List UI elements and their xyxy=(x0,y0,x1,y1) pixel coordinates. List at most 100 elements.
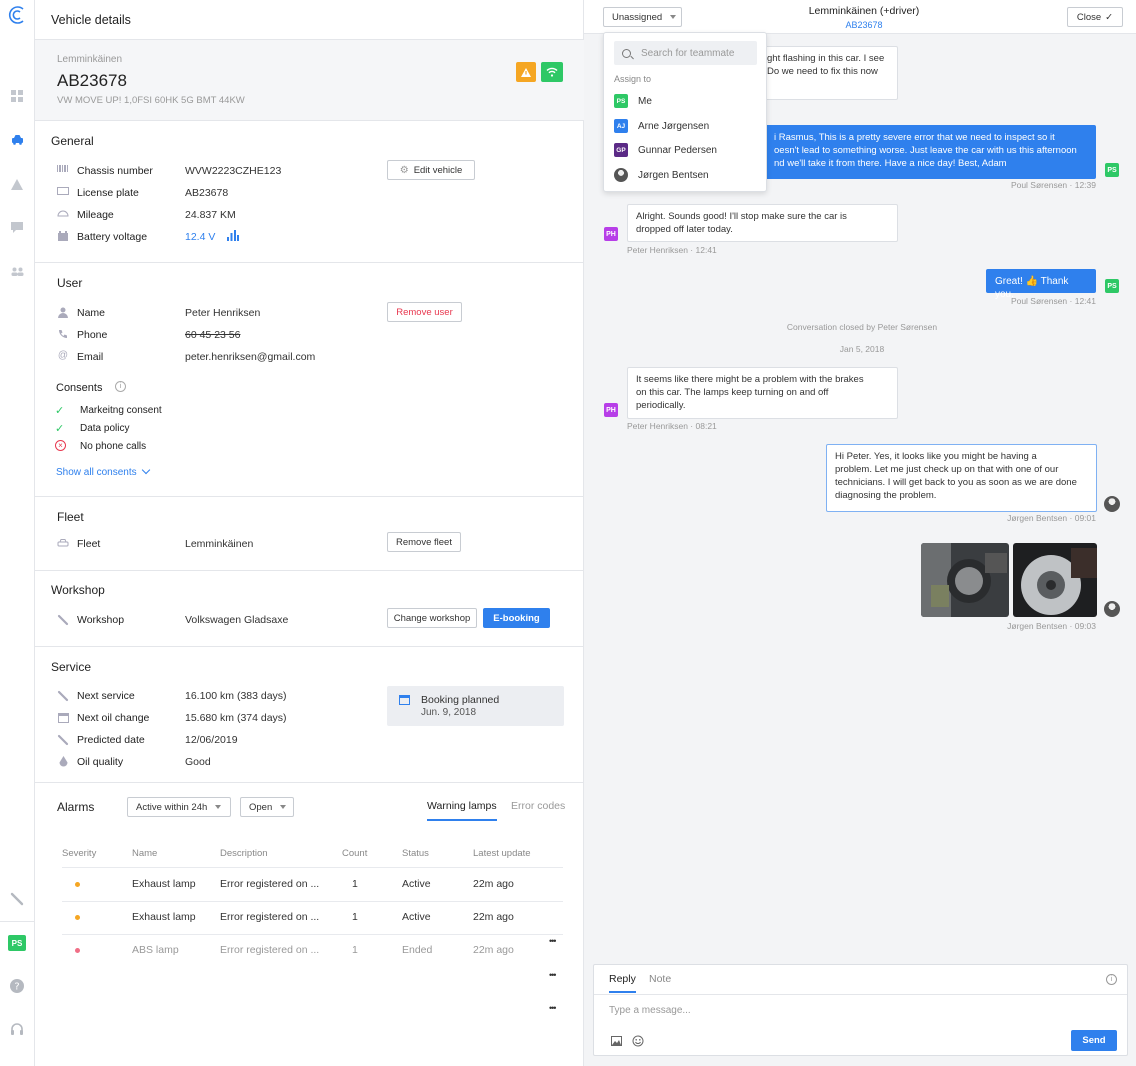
headset-icon[interactable] xyxy=(6,1018,28,1040)
col-severity[interactable]: Severity xyxy=(62,848,96,859)
user-name-value: Peter Henriksen xyxy=(185,307,261,319)
chat-icon[interactable] xyxy=(6,216,28,238)
alarm-count: 1 xyxy=(352,911,358,923)
time-filter-dropdown[interactable]: Active within 24h xyxy=(127,797,231,817)
status-filter-dropdown[interactable]: Open xyxy=(240,797,294,817)
col-latest-update[interactable]: Latest update xyxy=(473,848,531,859)
avatar: GP xyxy=(614,143,628,157)
show-all-consents-link[interactable]: Show all consents xyxy=(56,465,151,478)
show-all-consents-label: Show all consents xyxy=(56,467,137,478)
oil-quality-label: Oil quality xyxy=(77,756,124,768)
info-icon[interactable]: i xyxy=(1106,974,1117,985)
car-icon[interactable] xyxy=(6,128,28,150)
battery-voltage-value: 12.4 V xyxy=(185,231,216,243)
info-icon[interactable]: i xyxy=(115,381,126,392)
help-icon[interactable]: ? xyxy=(6,975,28,997)
license-plate-icon xyxy=(57,187,69,199)
assign-option-label: Gunnar Pedersen xyxy=(638,144,717,156)
image-icon[interactable] xyxy=(611,1036,622,1049)
alarm-description: Error registered on ... xyxy=(220,944,320,956)
workshop-label: Workshop xyxy=(77,614,125,626)
assign-option-jorgen[interactable]: Jørgen Bentsen xyxy=(614,166,709,184)
next-service-label: Next service xyxy=(77,690,135,702)
edit-vehicle-label: Edit vehicle xyxy=(413,164,463,176)
emoji-icon[interactable] xyxy=(632,1035,644,1050)
remove-fleet-button[interactable]: Remove fleet xyxy=(387,532,461,552)
assign-option-label: Arne Jørgensen xyxy=(638,120,710,132)
car-outline-icon xyxy=(57,538,69,550)
edit-vehicle-button[interactable]: ⚙ Edit vehicle xyxy=(387,160,475,180)
message-meta: Jørgen Bentsen · 09:01 xyxy=(1007,513,1096,523)
booking-date: Jun. 9, 2018 xyxy=(421,707,477,718)
user-name-label: Name xyxy=(77,307,106,319)
warning-status-icon[interactable] xyxy=(516,62,536,82)
app-logo-icon[interactable] xyxy=(6,4,28,26)
e-booking-button[interactable]: E-booking xyxy=(483,608,550,628)
message-meta: Poul Sørensen · 12:39 xyxy=(1010,180,1096,190)
alarm-updated: 22m ago xyxy=(473,878,514,890)
alarms-section-title: Alarms xyxy=(57,800,95,814)
col-count[interactable]: Count xyxy=(342,848,367,859)
battery-chart-icon[interactable] xyxy=(227,230,239,244)
assign-option-gunnar[interactable]: GP Gunnar Pedersen xyxy=(614,141,717,159)
current-user-avatar[interactable]: PS xyxy=(6,932,28,954)
assign-option-label: Jørgen Bentsen xyxy=(638,169,709,181)
attachment-image-disc[interactable] xyxy=(1013,543,1097,617)
tab-reply[interactable]: Reply xyxy=(609,973,636,993)
vehicle-summary: Lemminkäinen AB23678 VW MOVE UP! 1,0FSI … xyxy=(35,40,584,120)
vehicle-plate: AB23678 xyxy=(57,71,127,90)
search-icon xyxy=(622,48,634,60)
alarm-updated: 22m ago xyxy=(473,944,514,956)
alarm-name: Exhaust lamp xyxy=(132,878,196,890)
attachment-image-brake[interactable] xyxy=(921,543,1009,617)
tab-warning-lamps[interactable]: Warning lamps xyxy=(427,800,497,821)
conversation-plate-link[interactable]: AB23678 xyxy=(764,20,964,30)
license-plate-value: AB23678 xyxy=(185,187,229,199)
license-plate-label: License plate xyxy=(77,187,139,199)
message-bubble: Hi Peter. Yes, it looks like you might b… xyxy=(826,444,1097,512)
avatar: PS xyxy=(614,94,628,108)
col-status[interactable]: Status xyxy=(402,848,429,859)
assignee-dropdown[interactable]: Unassigned xyxy=(603,7,682,27)
assign-section-label: Assign to xyxy=(614,74,652,84)
assign-option-me[interactable]: PS Me xyxy=(614,92,652,110)
change-workshop-button[interactable]: Change workshop xyxy=(387,608,477,628)
booking-card[interactable]: Booking planned Jun. 9, 2018 xyxy=(387,686,564,726)
users-icon[interactable] xyxy=(6,260,28,282)
user-initials: PS xyxy=(8,935,26,951)
assignee-value: Unassigned xyxy=(612,11,663,23)
fleet-value: Lemminkäinen xyxy=(185,538,254,550)
wifi-status-icon[interactable] xyxy=(541,62,563,82)
close-conversation-button[interactable]: Close ✓ xyxy=(1067,7,1123,27)
next-service-value: 16.100 km (383 days) xyxy=(185,690,287,702)
dashboard-icon[interactable] xyxy=(6,85,28,107)
battery-voltage-label: Battery voltage xyxy=(77,231,148,243)
message-bubble: Great! 👍 Thank you. xyxy=(986,269,1096,300)
status-filter-value: Open xyxy=(249,801,273,813)
col-description[interactable]: Description xyxy=(220,848,268,859)
calendar-icon xyxy=(399,694,410,708)
service-section-title: Service xyxy=(51,660,92,674)
alert-icon[interactable] xyxy=(6,173,28,195)
avatar xyxy=(1104,496,1120,512)
more-options-icon[interactable]: ••• xyxy=(549,936,557,946)
assign-option-arne[interactable]: AJ Arne Jørgensen xyxy=(614,117,709,135)
message-bubble: Alright. Sounds good! I'll stop make sur… xyxy=(627,204,898,242)
wrench-icon[interactable] xyxy=(6,888,28,910)
send-button[interactable]: Send xyxy=(1071,1030,1117,1051)
check-icon: ✓ xyxy=(55,405,65,417)
remove-user-button[interactable]: Remove user xyxy=(387,302,462,322)
tab-error-codes[interactable]: Error codes xyxy=(511,800,565,812)
message-input[interactable]: Type a message... xyxy=(609,1005,691,1016)
more-options-icon[interactable]: ••• xyxy=(549,1003,557,1013)
avatar xyxy=(1104,601,1120,617)
message-bubble: i Rasmus, This is a pretty severe error … xyxy=(765,125,1096,179)
teammate-search-input[interactable]: Search for teammate xyxy=(614,41,757,65)
wrench-icon xyxy=(57,734,69,746)
more-options-icon[interactable]: ••• xyxy=(549,970,557,980)
tab-note[interactable]: Note xyxy=(649,973,671,985)
person-icon xyxy=(57,307,69,319)
calendar-icon xyxy=(57,712,69,724)
alarm-description: Error registered on ... xyxy=(220,878,320,890)
col-name[interactable]: Name xyxy=(132,848,157,859)
